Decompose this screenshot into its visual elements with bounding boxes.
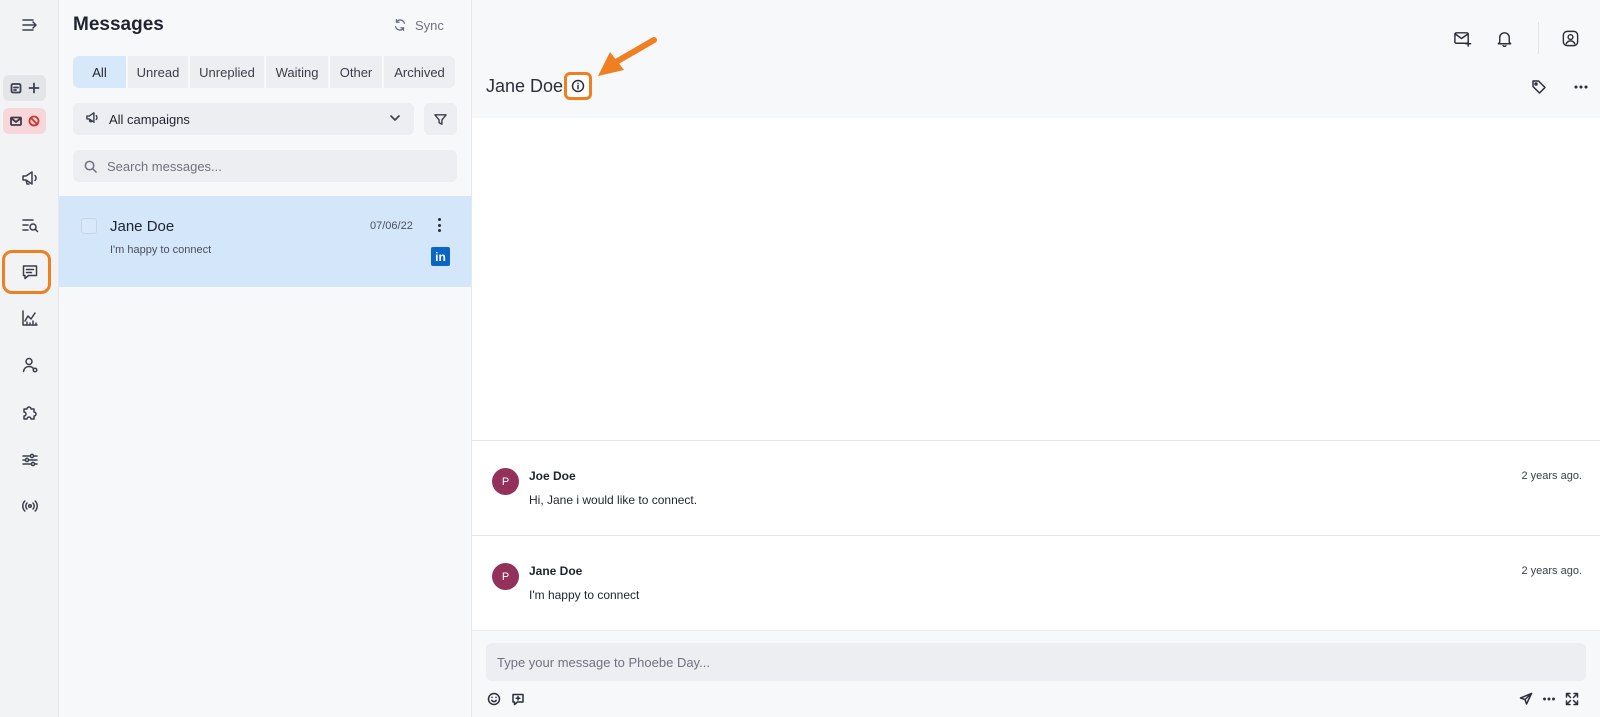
message-item: P Joe Doe Hi, Jane i would like to conne… bbox=[472, 440, 1600, 534]
emoji-icon[interactable] bbox=[486, 691, 502, 707]
message-filter-tabs: All Unread Unreplied Waiting Other Archi… bbox=[73, 56, 457, 88]
more-horizontal-icon[interactable] bbox=[1541, 691, 1557, 707]
mail-icon bbox=[9, 116, 22, 126]
more-vertical-icon[interactable] bbox=[433, 216, 445, 234]
calendar-add-button[interactable] bbox=[3, 75, 46, 101]
message-text: I'm happy to connect bbox=[529, 588, 640, 602]
avatar: P bbox=[492, 468, 519, 495]
tab-archived[interactable]: Archived bbox=[384, 56, 455, 88]
conversation-name: Jane Doe bbox=[110, 218, 175, 235]
conversation-item[interactable]: Jane Doe I'm happy to connect 07/06/22 i… bbox=[59, 196, 471, 287]
user-account-icon[interactable] bbox=[1558, 26, 1582, 50]
user-settings-icon[interactable] bbox=[0, 345, 59, 385]
pointer-arrow-icon bbox=[598, 37, 657, 76]
bell-icon[interactable] bbox=[1492, 26, 1516, 50]
composer bbox=[472, 630, 1600, 717]
sync-label: Sync bbox=[415, 17, 444, 33]
message-time: 2 years ago. bbox=[1521, 470, 1582, 482]
expand-icon[interactable] bbox=[1564, 691, 1580, 707]
info-icon bbox=[571, 79, 585, 93]
message-sender: Joe Doe bbox=[529, 469, 576, 483]
search-icon bbox=[84, 160, 97, 173]
conversation-snippet: I'm happy to connect bbox=[110, 244, 212, 256]
message-time: 2 years ago. bbox=[1521, 565, 1582, 577]
tab-waiting[interactable]: Waiting bbox=[266, 56, 328, 88]
left-rail bbox=[0, 0, 59, 717]
conversation-header: Jane Doe bbox=[472, 0, 1600, 118]
sync-button[interactable]: Sync bbox=[393, 14, 444, 36]
search-input[interactable] bbox=[107, 158, 437, 174]
compose-mail-icon[interactable] bbox=[1450, 26, 1474, 50]
search-box bbox=[73, 150, 457, 182]
divider bbox=[1538, 22, 1539, 54]
avatar: P bbox=[492, 563, 519, 590]
tab-unread[interactable]: Unread bbox=[128, 56, 188, 88]
linkedin-icon: in bbox=[431, 247, 450, 266]
conversation-checkbox[interactable] bbox=[81, 218, 97, 234]
campaign-select[interactable]: All campaigns bbox=[73, 103, 414, 135]
send-icon[interactable] bbox=[1518, 691, 1534, 707]
plus-icon bbox=[28, 82, 39, 94]
composer-box bbox=[486, 643, 1586, 681]
chevron-down-icon bbox=[388, 111, 402, 128]
message-text: Hi, Jane i would like to connect. bbox=[529, 493, 698, 507]
megaphone-icon bbox=[85, 110, 100, 128]
tab-unreplied[interactable]: Unreplied bbox=[190, 56, 264, 88]
filter-icon bbox=[434, 113, 447, 125]
message-sender: Jane Doe bbox=[529, 564, 583, 578]
chat-icon-highlight bbox=[2, 250, 51, 294]
sync-icon bbox=[394, 19, 406, 31]
menu-collapse-icon[interactable] bbox=[0, 5, 59, 45]
message-item: P Jane Doe I'm happy to connect 2 years … bbox=[472, 535, 1600, 629]
contact-name: Jane Doe bbox=[486, 76, 564, 96]
sliders-icon[interactable] bbox=[0, 440, 59, 480]
more-horizontal-icon[interactable] bbox=[1570, 76, 1592, 98]
messages-panel: Messages Sync All Unread Unreplied Waiti… bbox=[59, 0, 472, 717]
mail-block-button[interactable] bbox=[3, 108, 46, 134]
megaphone-icon[interactable] bbox=[0, 158, 59, 198]
filter-button[interactable] bbox=[424, 103, 457, 135]
campaign-select-value: All campaigns bbox=[109, 111, 190, 127]
tab-all[interactable]: All bbox=[73, 56, 126, 88]
puzzle-icon[interactable] bbox=[0, 392, 59, 432]
block-icon bbox=[28, 115, 39, 127]
tab-other[interactable]: Other bbox=[330, 56, 382, 88]
chart-icon[interactable] bbox=[0, 298, 59, 338]
contact-info-button[interactable] bbox=[564, 72, 592, 100]
broadcast-icon[interactable] bbox=[0, 486, 59, 526]
tag-icon[interactable] bbox=[1528, 76, 1550, 98]
message-input[interactable] bbox=[497, 654, 1557, 670]
conversation-view: Jane Doe P Joe Doe Hi, Jane i would like… bbox=[472, 0, 1600, 717]
panel-title: Messages bbox=[73, 14, 164, 35]
template-message-icon[interactable] bbox=[510, 691, 526, 707]
conversation-date: 07/06/22 bbox=[370, 220, 413, 232]
search-list-icon[interactable] bbox=[0, 205, 59, 245]
calendar-icon bbox=[10, 83, 21, 94]
